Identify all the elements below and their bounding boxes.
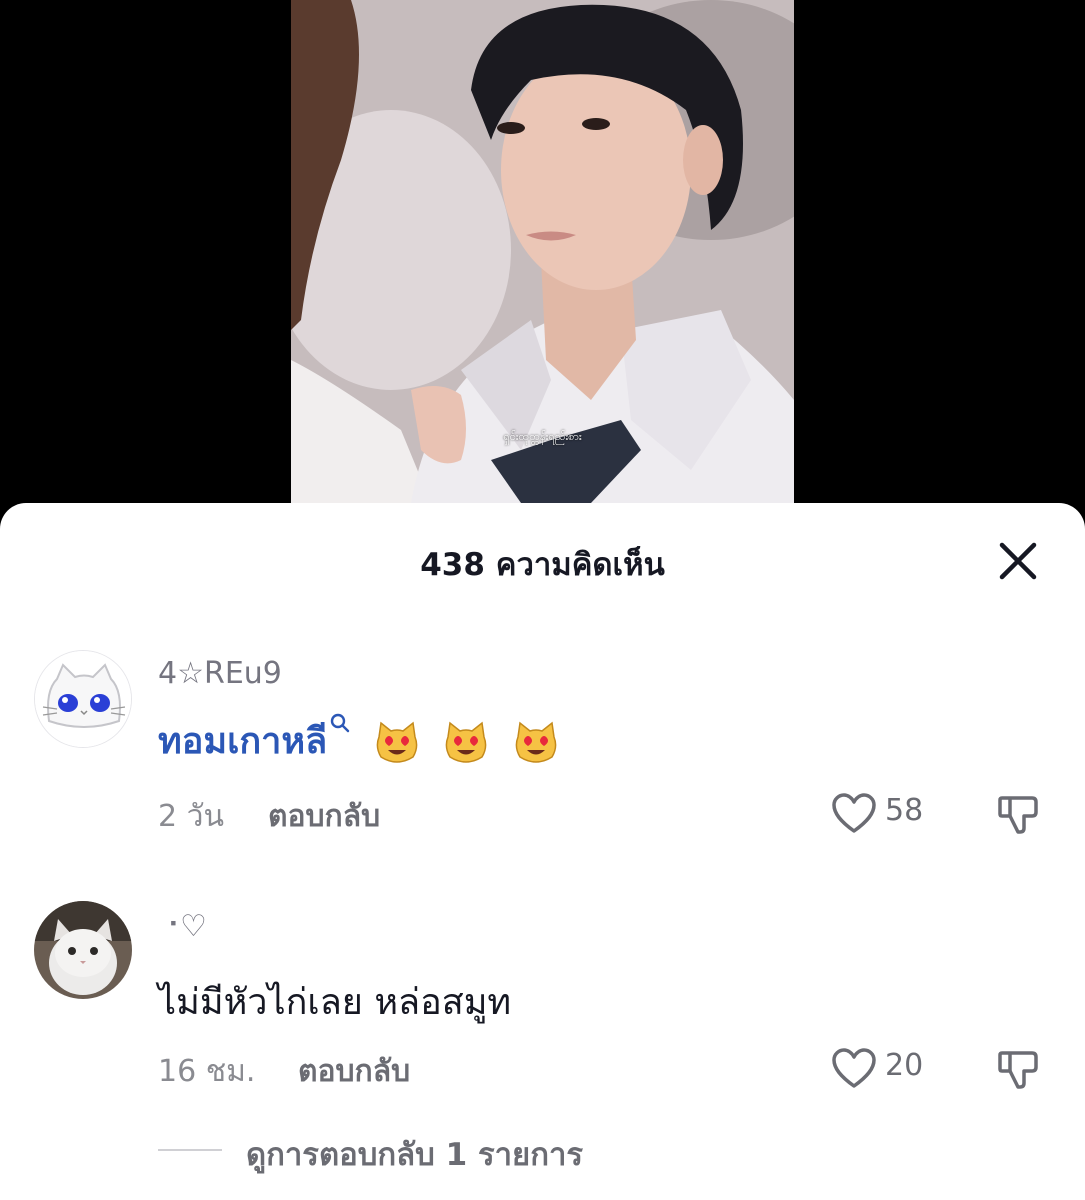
thumbs-down-icon[interactable]	[996, 1045, 1042, 1091]
reply-button[interactable]: ตอบกลับ	[298, 1048, 410, 1095]
heart-eyes-cat-emoji-icon	[445, 721, 487, 763]
comment-username[interactable]: ⠐♡	[158, 909, 207, 944]
thumbs-down-icon[interactable]	[996, 790, 1042, 836]
video-scene-illustration	[291, 0, 794, 503]
comment-timestamp: 2 วัน	[158, 799, 224, 834]
video-caption: ရှင်းထုတ္တန်းရည်းစား	[503, 430, 582, 443]
comment-item: 4☆REu9 ทอมเกาหลี 2 วัน ตอบกลับ 58	[0, 648, 1085, 858]
comments-sheet: 438 ความคิดเห็น 4☆REu9 ทอมเกาหลี 2 วัน ต…	[0, 503, 1085, 1200]
like-count: 20	[885, 1048, 924, 1083]
comment-username[interactable]: 4☆REu9	[158, 656, 282, 691]
like-count: 58	[885, 793, 924, 828]
white-cat-cartoon-avatar-icon	[35, 651, 131, 747]
video-area[interactable]: ရှင်းထုတ္တန်းရည်းစား	[0, 0, 1085, 503]
comment-item: ⠐♡ ไม่มีหัวไก่เลย หล่อสมูท 16 ชม. ตอบกลั…	[0, 901, 1085, 1111]
divider-line	[158, 1149, 222, 1151]
view-replies-label: ดูการตอบกลับ 1 รายการ	[246, 1137, 584, 1173]
heart-eyes-cat-emoji-icon	[515, 721, 556, 763]
close-button[interactable]	[996, 539, 1040, 583]
heart-outline-icon[interactable]	[830, 1046, 878, 1090]
comment-text: ทอมเกาหลี	[158, 712, 560, 769]
reply-button[interactable]: ตอบกลับ	[268, 793, 380, 840]
keyword-search-link[interactable]: ทอมเกาหลี	[158, 721, 327, 762]
video-thumbnail[interactable]: ရှင်းထုတ္တန်းရည်းစား	[291, 0, 794, 503]
comments-count-title: 438 ความคิดเห็น	[420, 547, 665, 583]
heart-eyes-cat-emoji-icon	[376, 721, 417, 763]
avatar[interactable]	[34, 650, 132, 748]
search-icon	[331, 713, 350, 733]
close-icon	[999, 542, 1037, 580]
avatar[interactable]	[34, 901, 132, 999]
heart-outline-icon[interactable]	[830, 791, 878, 835]
comment-timestamp: 16 ชม.	[158, 1054, 256, 1089]
comment-text: ไม่มีหัวไก่เลย หล่อสมูท	[158, 982, 512, 1023]
white-cat-photo-avatar-icon	[34, 901, 132, 999]
